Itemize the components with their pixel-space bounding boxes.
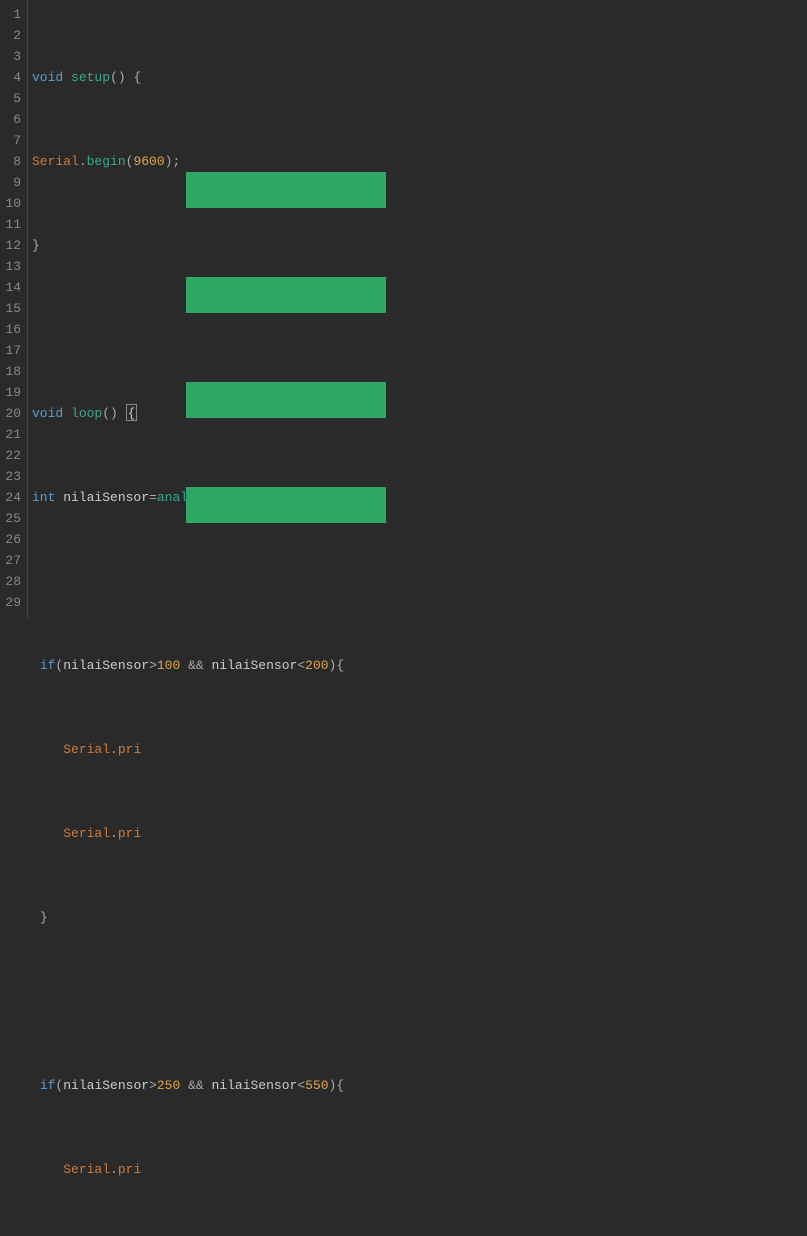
code-line[interactable] [32,319,807,340]
function-begin: begin [87,154,126,169]
code-line[interactable]: if(nilaiSensor>100 && nilaiSensor<200){ [32,655,807,676]
line-number: 5 [4,88,21,109]
line-number: 10 [4,193,21,214]
code-line[interactable]: void setup() { [32,67,807,88]
line-number: 28 [4,571,21,592]
code-line[interactable]: } [32,907,807,928]
keyword-if: if [40,1078,56,1093]
code-line[interactable]: if(nilaiSensor>250 && nilaiSensor<550){ [32,1075,807,1096]
line-number: 12 [4,235,21,256]
redaction-block [186,487,386,523]
code-line[interactable]: } [32,235,807,256]
line-number: 21 [4,424,21,445]
code-line[interactable]: Serial.pri [32,1159,807,1180]
keyword-void: void [32,406,63,421]
line-number: 15 [4,298,21,319]
code-line[interactable]: int nilaiSensor=analogRead(A0); [32,487,807,508]
number: 550 [305,1078,328,1093]
code-line[interactable]: Serial.pri [32,739,807,760]
function-print-redacted: pri [118,742,141,757]
line-number: 2 [4,25,21,46]
line-number: 14 [4,277,21,298]
code-line[interactable]: Serial.pri [32,823,807,844]
line-number: 19 [4,382,21,403]
line-number: 7 [4,130,21,151]
function-setup: setup [71,70,110,85]
line-number: 24 [4,487,21,508]
object-serial: Serial [63,742,110,757]
punct: ); [165,154,181,169]
redaction-block [186,172,386,208]
code-line[interactable]: Serial.begin(9600); [32,151,807,172]
object-serial: Serial [63,1162,110,1177]
number: 250 [157,1078,180,1093]
function-loop: loop [71,406,102,421]
line-number: 1 [4,4,21,25]
line-number: 20 [4,403,21,424]
line-number: 9 [4,172,21,193]
line-number: 4 [4,67,21,88]
line-number: 13 [4,256,21,277]
line-number: 3 [4,46,21,67]
punct: . [79,154,87,169]
brace-close: } [40,910,48,925]
line-number: 17 [4,340,21,361]
number: 200 [305,658,328,673]
line-number: 26 [4,529,21,550]
keyword-void: void [32,70,63,85]
line-number: 8 [4,151,21,172]
code-line[interactable] [32,991,807,1012]
identifier: nilaiSensor [63,490,149,505]
line-number: 27 [4,550,21,571]
line-number: 22 [4,445,21,466]
line-number-gutter: 1 2 3 4 5 6 7 8 9 10 11 12 13 14 15 16 1… [0,0,28,618]
line-number: 23 [4,466,21,487]
operator: = [149,490,157,505]
keyword-int: int [32,490,55,505]
brace-close: } [32,238,40,253]
function-print-redacted: pri [118,1162,141,1177]
line-number: 16 [4,319,21,340]
code-line[interactable]: void loop() { [32,403,807,424]
cursor-brace: { [126,404,138,421]
line-number: 6 [4,109,21,130]
number: 9600 [133,154,164,169]
line-number: 25 [4,508,21,529]
object-serial: Serial [32,154,79,169]
keyword-if: if [40,658,56,673]
punct: () [102,406,125,421]
line-number: 29 [4,592,21,613]
code-editor[interactable]: void setup() { Serial.begin(9600); } voi… [28,0,807,618]
object-serial: Serial [63,826,110,841]
code-line[interactable] [32,571,807,592]
line-number: 11 [4,214,21,235]
redaction-block [186,277,386,313]
number: 100 [157,658,180,673]
function-print-redacted: pri [118,826,141,841]
line-number: 18 [4,361,21,382]
punct: () { [110,70,141,85]
redaction-block [186,382,386,418]
